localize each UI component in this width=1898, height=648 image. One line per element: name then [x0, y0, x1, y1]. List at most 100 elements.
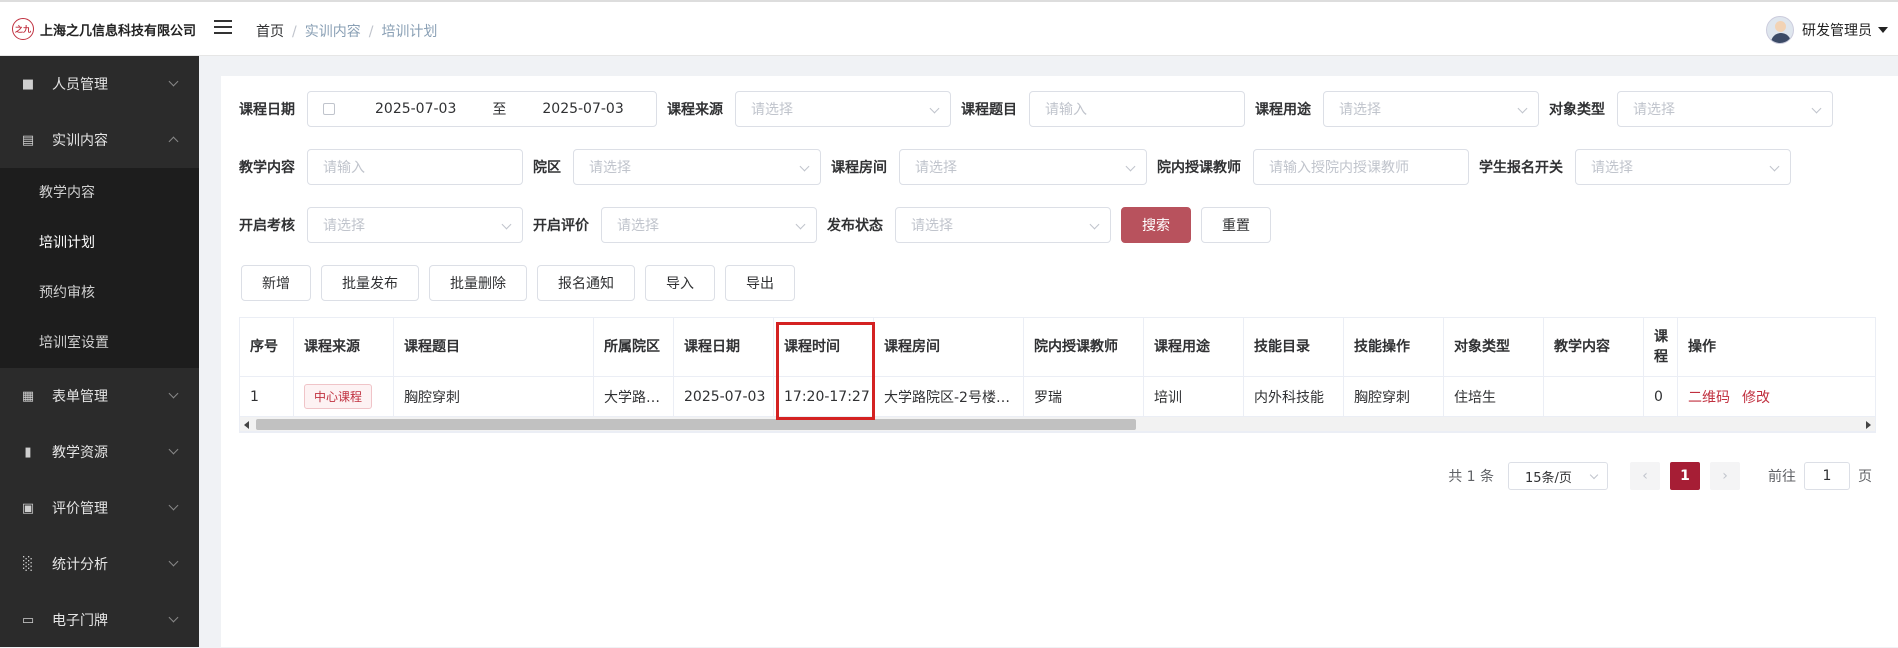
form-icon: ▦ [21, 388, 35, 404]
chevron-down-icon [1125, 161, 1136, 172]
scroll-right-icon[interactable] [1866, 421, 1871, 429]
chart-icon: ░ [23, 556, 33, 572]
col-source: 课程来源 [294, 318, 394, 376]
chevron-down-icon [929, 103, 940, 114]
chevron-down-icon [795, 219, 806, 230]
resource-icon: ▮ [24, 444, 32, 460]
label-teacher: 院内授课教师 [1157, 160, 1241, 176]
breadcrumb-training-plan: 培训计划 [381, 24, 438, 40]
goto-suffix: 页 [1858, 469, 1872, 485]
search-button[interactable]: 搜索 [1121, 207, 1191, 243]
scroll-left-icon[interactable] [244, 421, 249, 429]
teaching-content-input[interactable]: 请输入 [307, 149, 523, 185]
monitor-icon: ▭ [21, 612, 35, 628]
user-menu[interactable]: 研发管理员 [1766, 16, 1888, 44]
training-submenu: 教学内容 培训计划 预约审核 培训室设置 [0, 168, 199, 368]
page-size-select[interactable]: 15条/页 [1508, 462, 1608, 490]
chevron-down-icon [1769, 161, 1780, 172]
chevron-down-icon [1589, 470, 1599, 480]
col-skill-op: 技能操作 [1344, 318, 1444, 376]
page-number-button[interactable]: 1 [1670, 462, 1700, 490]
exam-switch-select[interactable]: 请选择 [307, 207, 523, 243]
course-time-cell: 17:20-17:27 [774, 377, 874, 416]
next-page-button[interactable]: › [1710, 462, 1740, 490]
sidebar-item-resources[interactable]: ▮ 教学资源 [0, 424, 199, 480]
qrcode-link[interactable]: 二维码 [1688, 387, 1730, 407]
eval-switch-select[interactable]: 请选择 [601, 207, 817, 243]
company-logo[interactable]: 之九 上海之几信息科技有限公司 [12, 18, 196, 40]
teacher-input[interactable]: 请输入授院内授课教师 [1253, 149, 1469, 185]
add-button[interactable]: 新增 [241, 265, 311, 301]
course-purpose-select[interactable]: 请选择 [1323, 91, 1539, 127]
sidebar-subitem-teaching-content[interactable]: 教学内容 [0, 168, 199, 218]
label-teaching-content: 教学内容 [239, 160, 295, 176]
chevron-down-icon [168, 76, 179, 87]
goto-page-input[interactable]: 1 [1804, 462, 1850, 490]
chevron-down-icon [1811, 103, 1822, 114]
sidebar-item-statistics[interactable]: ░ 统计分析 [0, 536, 199, 592]
chevron-down-icon [168, 444, 179, 455]
label-course-purpose: 课程用途 [1255, 102, 1311, 118]
avatar [1766, 16, 1794, 44]
chevron-down-icon [168, 612, 179, 623]
course-date-range[interactable]: 2025-07-03 至 2025-07-03 [307, 91, 657, 127]
signup-switch-select[interactable]: 请选择 [1575, 149, 1791, 185]
import-button[interactable]: 导入 [645, 265, 715, 301]
col-actions: 操作 [1688, 339, 1716, 355]
col-content: 教学内容 [1544, 318, 1644, 376]
sidebar-item-e-doorplate[interactable]: ▭ 电子门牌 [0, 592, 199, 648]
logo-mark-icon: 之九 [12, 18, 34, 40]
sidebar: ■ 人员管理 ▤ 实训内容 教学内容 培训计划 预约审核 培训室设置 ▦ 表单管… [0, 56, 199, 647]
object-type-select[interactable]: 请选择 [1617, 91, 1833, 127]
menu-toggle-icon[interactable] [214, 20, 232, 36]
total-count: 共 1 条 [1448, 469, 1494, 485]
sidebar-item-training-content[interactable]: ▤ 实训内容 [0, 112, 199, 168]
top-bar: 之九 上海之几信息科技有限公司 首页 / 实训内容 / 培训计划 研发管理员 [0, 0, 1898, 56]
reset-button[interactable]: 重置 [1201, 207, 1271, 243]
col-course-more: 课程 [1644, 318, 1678, 376]
chevron-up-icon [168, 136, 179, 147]
sidebar-subitem-room-settings[interactable]: 培训室设置 [0, 318, 199, 368]
sidebar-item-forms[interactable]: ▦ 表单管理 [0, 368, 199, 424]
breadcrumb: 首页 / 实训内容 / 培训计划 [256, 24, 438, 40]
breadcrumb-home[interactable]: 首页 [256, 24, 284, 40]
label-eval-switch: 开启评价 [533, 218, 589, 234]
batch-delete-button[interactable]: 批量删除 [429, 265, 527, 301]
signup-notice-button[interactable]: 报名通知 [537, 265, 635, 301]
campus-select[interactable]: 请选择 [573, 149, 821, 185]
scrollbar-thumb[interactable] [256, 419, 1136, 430]
prev-page-button[interactable]: ‹ [1630, 462, 1660, 490]
course-source-select[interactable]: 请选择 [735, 91, 951, 127]
user-name: 研发管理员 [1802, 23, 1872, 39]
col-topic: 课程题目 [394, 318, 594, 376]
publish-status-select[interactable]: 请选择 [895, 207, 1111, 243]
edit-link[interactable]: 修改 [1742, 387, 1770, 407]
label-course-topic: 课程题目 [961, 102, 1017, 118]
col-time: 课程时间 [774, 318, 874, 376]
sidebar-subitem-booking-review[interactable]: 预约审核 [0, 268, 199, 318]
date-end: 2025-07-03 [542, 101, 624, 117]
source-tag: 中心课程 [304, 384, 373, 409]
batch-publish-button[interactable]: 批量发布 [321, 265, 419, 301]
col-room: 课程房间 [874, 318, 1024, 376]
company-name: 上海之几信息科技有限公司 [40, 23, 197, 39]
chevron-down-icon [1089, 219, 1100, 230]
sidebar-item-personnel[interactable]: ■ 人员管理 [0, 56, 199, 112]
date-start: 2025-07-03 [375, 101, 457, 117]
col-index: 序号 [240, 318, 294, 376]
training-plan-table: 序号 课程来源 课程题目 所属院区 课程日期 课程时间 课程房间 院内授课教师 … [239, 317, 1876, 433]
goto-prefix: 前往 [1768, 469, 1796, 485]
course-room-select[interactable]: 请选择 [899, 149, 1147, 185]
pagination: 共 1 条 15条/页 ‹ 1 › 前往 1 页 [1448, 462, 1872, 490]
label-course-room: 课程房间 [831, 160, 887, 176]
breadcrumb-training-content[interactable]: 实训内容 [305, 24, 361, 40]
col-campus: 所属院区 [594, 318, 674, 376]
course-topic-input[interactable]: 请输入 [1029, 91, 1245, 127]
sidebar-item-evaluation[interactable]: ▣ 评价管理 [0, 480, 199, 536]
sidebar-subitem-training-plan[interactable]: 培训计划 [0, 218, 199, 268]
chevron-down-icon [168, 556, 179, 567]
calendar-icon [323, 103, 335, 115]
horizontal-scrollbar[interactable] [240, 417, 1875, 432]
export-button[interactable]: 导出 [725, 265, 795, 301]
evaluation-icon: ▣ [21, 500, 35, 516]
